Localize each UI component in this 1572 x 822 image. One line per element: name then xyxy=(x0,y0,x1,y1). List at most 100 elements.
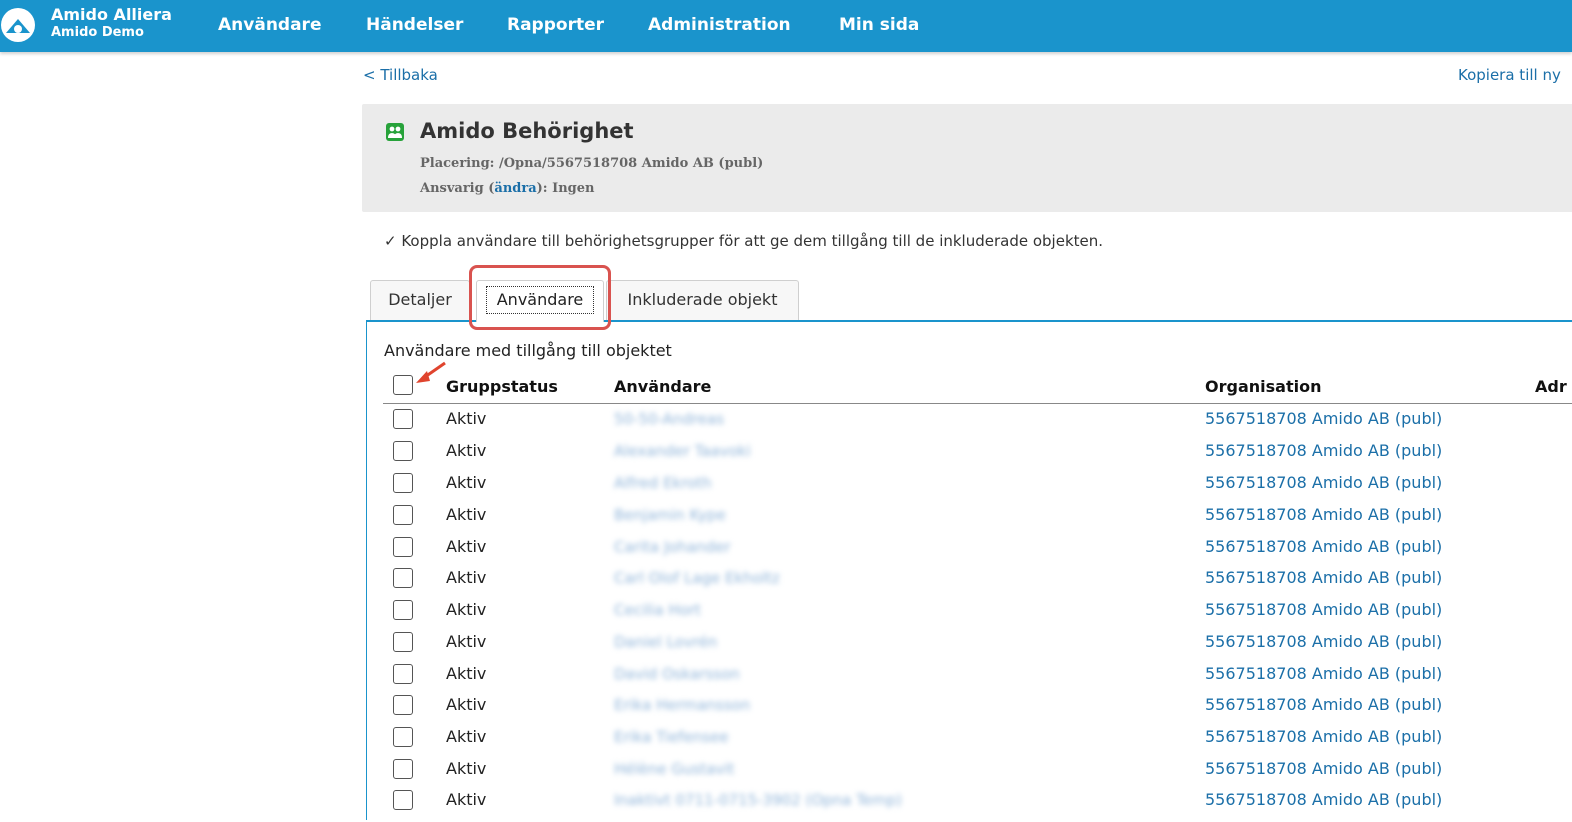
row-organisation-link[interactable]: 5567518708 Amido AB (publ) xyxy=(1205,505,1442,524)
top-navigation-bar: Amido Alliera Amido Demo Användare Hände… xyxy=(0,0,1572,52)
row-status: Aktiv xyxy=(446,664,487,683)
table-row: Aktiv Alexander Taavoki 5567518708 Amido… xyxy=(383,441,1572,473)
nav-administration[interactable]: Administration xyxy=(648,15,791,35)
row-status: Aktiv xyxy=(446,409,487,428)
row-checkbox[interactable] xyxy=(393,568,413,588)
row-status: Aktiv xyxy=(446,790,487,809)
row-organisation-link[interactable]: 5567518708 Amido AB (publ) xyxy=(1205,790,1442,809)
column-header-organisation[interactable]: Organisation xyxy=(1205,377,1321,396)
row-organisation-link[interactable]: 5567518708 Amido AB (publ) xyxy=(1205,600,1442,619)
red-arrow-icon xyxy=(416,361,446,383)
row-organisation-link[interactable]: 5567518708 Amido AB (publ) xyxy=(1205,632,1442,651)
row-checkbox[interactable] xyxy=(393,664,413,684)
tab-anvandare[interactable]: Användare xyxy=(476,280,604,322)
row-checkbox[interactable] xyxy=(393,473,413,493)
row-checkbox[interactable] xyxy=(393,695,413,715)
header-divider xyxy=(383,403,1572,404)
table-row: Aktiv Carl Olof Lage Ekholtz 5567518708 … xyxy=(383,568,1572,600)
row-status: Aktiv xyxy=(446,759,487,778)
row-user-link[interactable]: 50-50-Andreas xyxy=(614,410,724,428)
row-status: Aktiv xyxy=(446,695,487,714)
row-checkbox[interactable] xyxy=(393,759,413,779)
row-status: Aktiv xyxy=(446,568,487,587)
table-row: Aktiv Carita Johander 5567518708 Amido A… xyxy=(383,537,1572,569)
nav-min-sida[interactable]: Min sida xyxy=(839,15,919,35)
placement-label: Placering: xyxy=(420,156,495,171)
row-organisation-link[interactable]: 5567518708 Amido AB (publ) xyxy=(1205,473,1442,492)
row-user-link[interactable]: David Oskarsson xyxy=(614,665,740,683)
row-user-link[interactable]: Erika Hermansson xyxy=(614,696,750,714)
table-row: Aktiv Alfred Ekroth 5567518708 Amido AB … xyxy=(383,473,1572,505)
row-organisation-link[interactable]: 5567518708 Amido AB (publ) xyxy=(1205,568,1442,587)
nav-rapporter[interactable]: Rapporter xyxy=(507,15,604,35)
row-checkbox[interactable] xyxy=(393,600,413,620)
row-user-link[interactable]: Cecilia Hort xyxy=(614,601,701,619)
column-header-adress[interactable]: Adr xyxy=(1535,377,1567,396)
row-user-link[interactable]: Inaktivt 0711-0715-3902 (Opna Temp) xyxy=(614,791,902,809)
tab-detaljer[interactable]: Detaljer xyxy=(370,280,470,320)
responsible-value: ): Ingen xyxy=(536,181,595,196)
row-checkbox[interactable] xyxy=(393,537,413,557)
row-organisation-link[interactable]: 5567518708 Amido AB (publ) xyxy=(1205,537,1442,556)
row-user-link[interactable]: Benjamin Kype xyxy=(614,506,726,524)
row-status: Aktiv xyxy=(446,505,487,524)
app-name: Amido Alliera xyxy=(51,5,172,24)
row-user-link[interactable]: Daniel Lovrén xyxy=(614,633,717,651)
table-row: Aktiv 50-50-Andreas 5567518708 Amido AB … xyxy=(383,409,1572,441)
responsible-label: Ansvarig ( xyxy=(420,181,495,196)
row-organisation-link[interactable]: 5567518708 Amido AB (publ) xyxy=(1205,727,1442,746)
row-checkbox[interactable] xyxy=(393,632,413,652)
column-header-anvandare[interactable]: Användare xyxy=(614,377,711,396)
row-user-link[interactable]: Carita Johander xyxy=(614,538,731,556)
table-row: Aktiv Cecilia Hort 5567518708 Amido AB (… xyxy=(383,600,1572,632)
row-status: Aktiv xyxy=(446,727,487,746)
info-text: ✓ Koppla användare till behörighetsgrupp… xyxy=(384,232,1104,250)
tab-label: Användare xyxy=(485,286,595,314)
tab-label: Detaljer xyxy=(388,290,452,309)
row-checkbox[interactable] xyxy=(393,790,413,810)
row-status: Aktiv xyxy=(446,537,487,556)
app-subtitle: Amido Demo xyxy=(51,25,144,40)
change-responsible-link[interactable]: ändra xyxy=(494,181,536,196)
nav-handelser[interactable]: Händelser xyxy=(366,15,463,35)
row-organisation-link[interactable]: 5567518708 Amido AB (publ) xyxy=(1205,664,1442,683)
tab-inkluderade-objekt[interactable]: Inkluderade objekt xyxy=(606,280,799,320)
table-row: Aktiv Hélène Gustavit 5567518708 Amido A… xyxy=(383,759,1572,791)
back-link[interactable]: < Tillbaka xyxy=(363,66,438,84)
brand[interactable]: Amido Alliera Amido Demo xyxy=(51,6,172,42)
row-checkbox[interactable] xyxy=(393,441,413,461)
placement-line: Placering: /Opna/5567518708 Amido AB (pu… xyxy=(420,156,763,171)
copy-to-new-link[interactable]: Kopiera till ny xyxy=(1458,66,1561,84)
row-organisation-link[interactable]: 5567518708 Amido AB (publ) xyxy=(1205,441,1442,460)
table-row: Aktiv Erika Tiefensee 5567518708 Amido A… xyxy=(383,727,1572,759)
table-row: Aktiv Erika Hermansson 5567518708 Amido … xyxy=(383,695,1572,727)
alliera-logo-icon[interactable] xyxy=(0,7,36,43)
row-organisation-link[interactable]: 5567518708 Amido AB (publ) xyxy=(1205,695,1442,714)
group-icon xyxy=(386,123,404,141)
row-status: Aktiv xyxy=(446,473,487,492)
table-row: Aktiv Benjamin Kype 5567518708 Amido AB … xyxy=(383,505,1572,537)
row-checkbox[interactable] xyxy=(393,505,413,525)
row-user-link[interactable]: Carl Olof Lage Ekholtz xyxy=(614,569,780,587)
page-title: Amido Behörighet xyxy=(420,119,634,143)
row-user-link[interactable]: Alexander Taavoki xyxy=(614,442,751,460)
table-row: Aktiv Inaktivt 0711-0715-3902 (Opna Temp… xyxy=(383,790,1572,822)
row-organisation-link[interactable]: 5567518708 Amido AB (publ) xyxy=(1205,759,1442,778)
row-user-link[interactable]: Erika Tiefensee xyxy=(614,728,729,746)
panel-caption: Användare med tillgång till objektet xyxy=(384,341,672,360)
row-checkbox[interactable] xyxy=(393,727,413,747)
tab-label: Inkluderade objekt xyxy=(627,290,778,309)
row-organisation-link[interactable]: 5567518708 Amido AB (publ) xyxy=(1205,409,1442,428)
table-row: Aktiv David Oskarsson 5567518708 Amido A… xyxy=(383,664,1572,696)
responsible-line: Ansvarig (ändra): Ingen xyxy=(420,181,594,196)
row-status: Aktiv xyxy=(446,632,487,651)
row-checkbox[interactable] xyxy=(393,409,413,429)
row-user-link[interactable]: Hélène Gustavit xyxy=(614,760,734,778)
placement-value: /Opna/5567518708 Amido AB (publ) xyxy=(498,156,764,171)
row-user-link[interactable]: Alfred Ekroth xyxy=(614,474,712,492)
nav-anvandare[interactable]: Användare xyxy=(218,15,321,35)
column-header-gruppstatus[interactable]: Gruppstatus xyxy=(446,377,558,396)
table-row: Aktiv Daniel Lovrén 5567518708 Amido AB … xyxy=(383,632,1572,664)
row-status: Aktiv xyxy=(446,441,487,460)
select-all-checkbox[interactable] xyxy=(393,375,413,395)
